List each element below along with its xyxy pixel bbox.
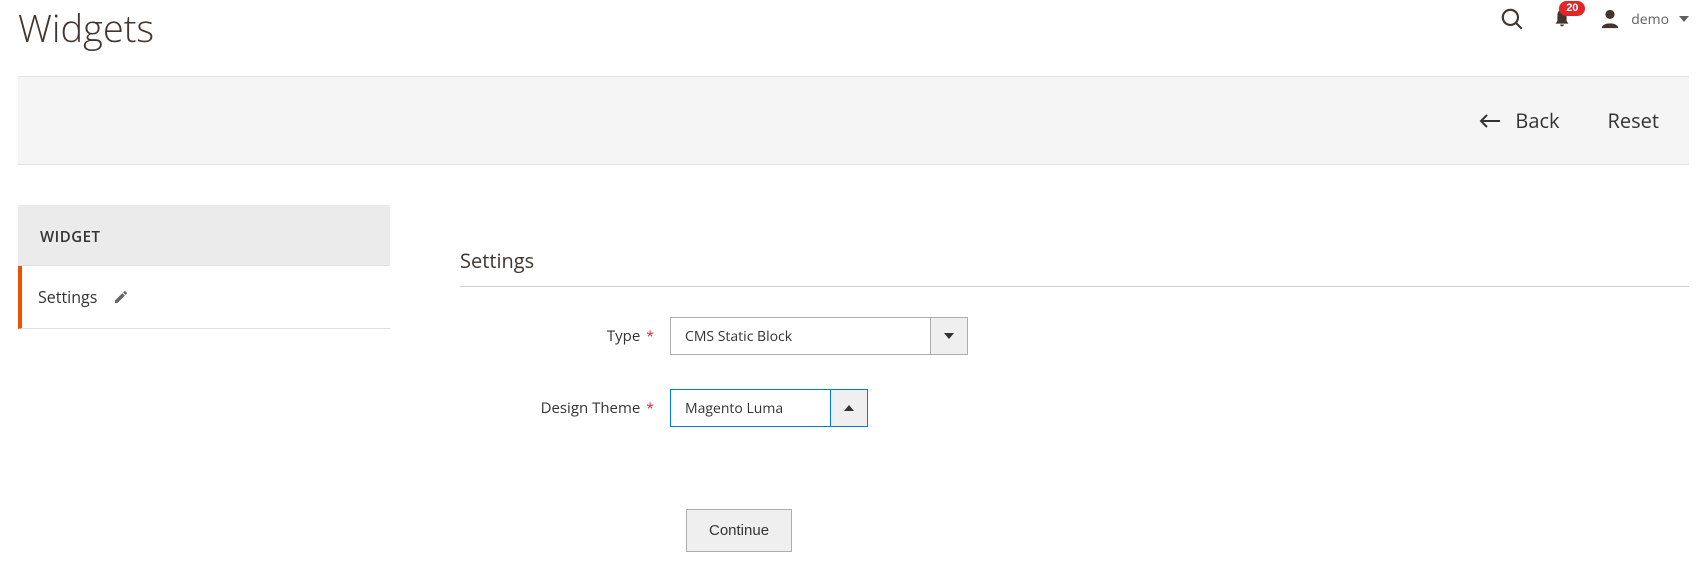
back-button[interactable]: Back [1479,107,1559,134]
sidebar-item-label: Settings [38,286,97,308]
user-icon [1599,8,1621,30]
user-menu[interactable]: demo [1599,8,1689,30]
required-mark: * [646,399,654,418]
sidebar-group-label: WIDGET [18,205,390,266]
continue-button[interactable]: Continue [686,509,792,552]
page-title: Widgets [18,2,154,54]
notification-badge: 20 [1559,1,1585,16]
reset-button[interactable]: Reset [1608,107,1659,134]
required-mark: * [646,327,654,346]
type-select-value: CMS Static Block [670,317,930,355]
design-theme-select-toggle[interactable] [830,389,868,427]
username-label: demo [1631,10,1669,29]
type-label: Type [607,326,640,346]
type-select-toggle[interactable] [930,317,968,355]
type-select[interactable]: CMS Static Block [670,317,968,355]
section-divider [460,286,1689,287]
design-theme-select-value: Magento Luma [670,389,830,427]
arrow-left-icon [1479,113,1501,129]
section-title: Settings [460,247,1689,274]
design-theme-select[interactable]: Magento Luma [670,389,868,427]
pencil-icon [113,289,129,305]
chevron-down-icon [944,331,954,341]
chevron-up-icon [844,403,854,413]
chevron-down-icon [1679,14,1689,24]
sidebar: WIDGET Settings [18,205,390,329]
sidebar-item-settings[interactable]: Settings [18,266,390,329]
back-label: Back [1515,107,1559,134]
search-icon[interactable] [1499,6,1525,32]
notifications-icon[interactable]: 20 [1551,8,1573,30]
actions-bar: Back Reset [18,76,1689,165]
design-theme-label: Design Theme [541,398,641,418]
